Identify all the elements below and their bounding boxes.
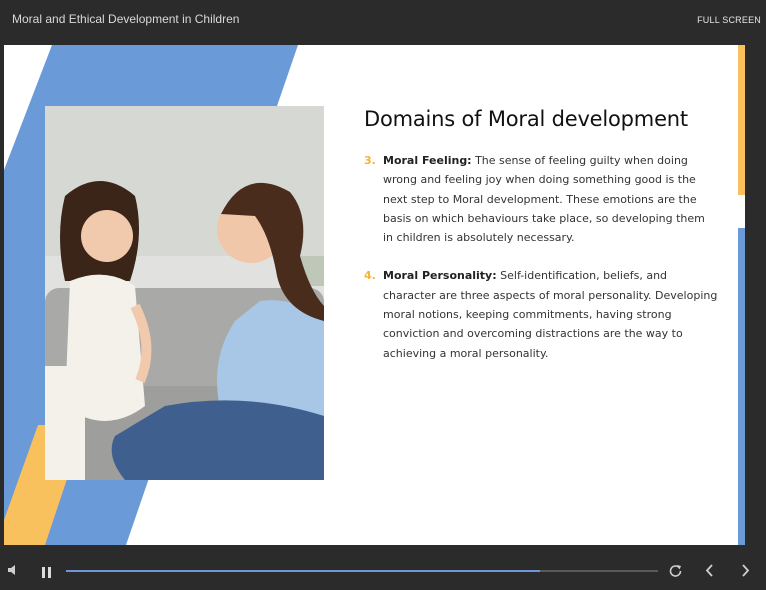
- replay-icon[interactable]: [669, 564, 682, 582]
- term-description: Self-identification, beliefs, and charac…: [383, 269, 718, 360]
- term-label: Moral Personality:: [383, 269, 497, 283]
- chevron-left-icon[interactable]: [705, 564, 714, 582]
- list-number: 4.: [364, 269, 376, 283]
- pause-icon[interactable]: [42, 565, 51, 583]
- chevron-right-icon[interactable]: [741, 564, 750, 582]
- progress-bar[interactable]: [66, 570, 658, 572]
- term-label: Moral Feeling:: [383, 154, 472, 167]
- player-controls: [0, 550, 766, 590]
- right-yellow-accent-bar: [738, 45, 745, 195]
- progress-fill: [66, 570, 540, 572]
- course-title: Moral and Ethical Development in Childre…: [12, 12, 240, 26]
- top-bar: Moral and Ethical Development in Childre…: [0, 0, 766, 44]
- list-item-moral-personality: 4. Moral Personality: Self-identification…: [364, 266, 718, 362]
- list-item-moral-feeling: 3. Moral Feeling: The sense of feeling gu…: [364, 151, 718, 247]
- list-number: 3.: [364, 154, 376, 167]
- volume-icon[interactable]: [8, 563, 19, 581]
- moral-domains-list: 3. Moral Feeling: The sense of feeling gu…: [364, 151, 718, 363]
- slide-canvas: Domains of Moral development 3. Moral Fee…: [4, 45, 745, 545]
- slide-heading: Domains of Moral development: [364, 107, 688, 131]
- mother-and-daughter-photo: [45, 106, 324, 480]
- right-blue-accent-bar: [738, 228, 745, 545]
- term-description: The sense of feeling guilty when doing w…: [383, 154, 705, 245]
- fullscreen-button[interactable]: FULL SCREEN: [697, 15, 761, 25]
